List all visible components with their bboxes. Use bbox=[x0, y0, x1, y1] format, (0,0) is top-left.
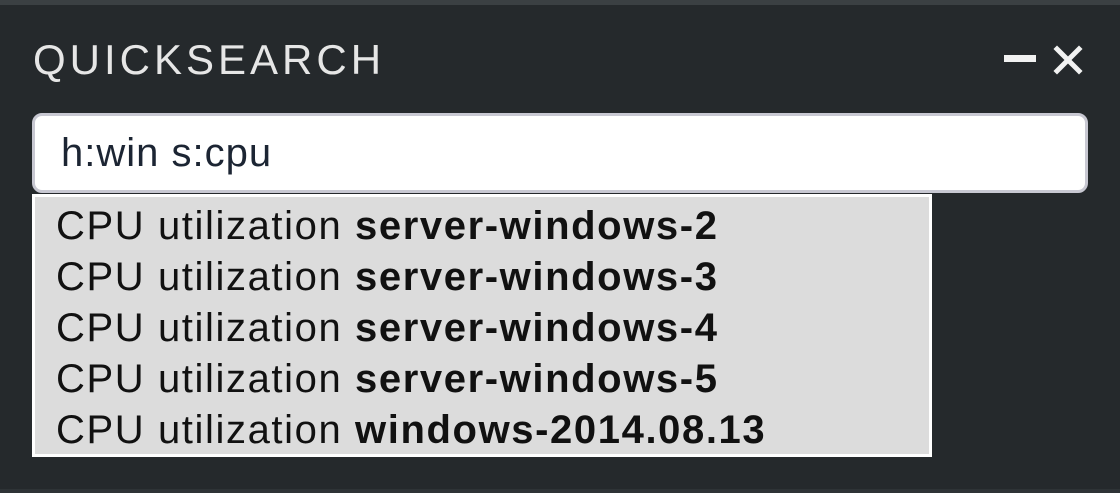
result-item[interactable]: CPU utilization server-windows-4 bbox=[35, 303, 929, 354]
result-metric: CPU utilization bbox=[56, 255, 343, 299]
result-metric: CPU utilization bbox=[56, 408, 343, 452]
result-item[interactable]: CPU utilization server-windows-2 bbox=[35, 201, 929, 252]
result-item[interactable]: CPU utilization server-windows-5 bbox=[35, 354, 929, 405]
result-host: windows-2014.08.13 bbox=[355, 408, 767, 452]
window-bottom-border bbox=[0, 489, 1120, 493]
result-metric: CPU utilization bbox=[56, 204, 343, 248]
result-metric: CPU utilization bbox=[56, 357, 343, 401]
search-results-dropdown: CPU utilization server-windows-2 CPU uti… bbox=[32, 194, 932, 457]
result-host: server-windows-3 bbox=[355, 255, 719, 299]
result-item[interactable]: CPU utilization windows-2014.08.13 bbox=[35, 405, 929, 456]
close-button[interactable] bbox=[1050, 42, 1086, 78]
search-input[interactable] bbox=[32, 113, 1088, 193]
panel-title: QUICKSEARCH bbox=[33, 36, 386, 83]
result-item[interactable]: CPU utilization server-windows-3 bbox=[35, 252, 929, 303]
result-host: server-windows-5 bbox=[355, 357, 719, 401]
close-icon bbox=[1053, 45, 1083, 75]
minimize-icon bbox=[1004, 55, 1036, 62]
result-metric: CPU utilization bbox=[56, 306, 343, 350]
minimize-button[interactable] bbox=[1002, 50, 1038, 70]
result-host: server-windows-2 bbox=[355, 204, 719, 248]
result-host: server-windows-4 bbox=[355, 306, 719, 350]
